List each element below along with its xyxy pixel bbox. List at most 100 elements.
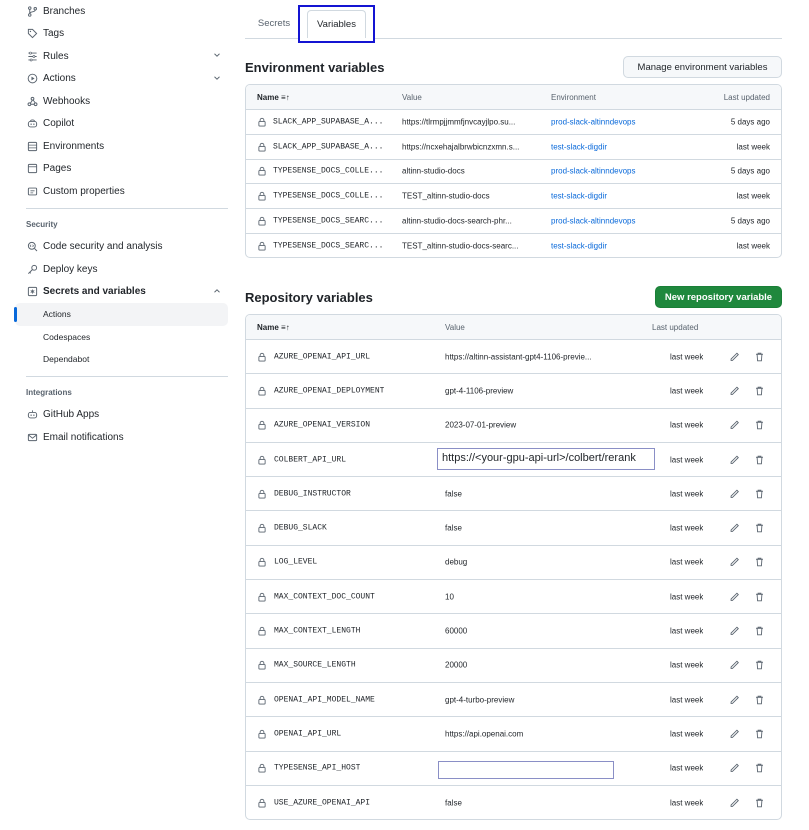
- variable-name: AZURE_OPENAI_VERSION: [274, 420, 371, 430]
- last-updated: 5 days ago: [730, 117, 770, 127]
- manage-environment-variables-button[interactable]: Manage environment variables: [623, 56, 782, 78]
- trash-icon[interactable]: [754, 728, 765, 739]
- sidebar-item-deploy-keys[interactable]: Deploy keys: [15, 258, 228, 281]
- variable-name: TYPESENSE_DOCS_COLLE...: [273, 166, 384, 176]
- tag-icon: [26, 28, 38, 40]
- last-updated: last week: [670, 386, 704, 396]
- environment-link[interactable]: test-slack-digdir: [551, 242, 607, 251]
- tab-variables[interactable]: Variables: [298, 5, 375, 43]
- environment-link[interactable]: test-slack-digdir: [551, 142, 607, 151]
- variable-name: TYPESENSE_DOCS_SEARC...: [273, 241, 384, 251]
- column-name[interactable]: Name ≡↑: [257, 93, 290, 102]
- sidebar-subitem-dependabot[interactable]: Dependabot: [15, 348, 228, 371]
- sidebar-item-label: Deploy keys: [43, 263, 98, 275]
- last-updated: 5 days ago: [730, 166, 770, 176]
- pencil-icon[interactable]: [729, 694, 740, 705]
- sidebar-item-rules[interactable]: Rules: [15, 45, 228, 68]
- variable-value: 2023-07-01-preview: [445, 420, 517, 430]
- variable-value: https://ncxehajalbrwbicnzxmn.s...: [402, 142, 520, 152]
- lock-icon: [257, 660, 267, 670]
- server-icon: [26, 140, 38, 152]
- pencil-icon[interactable]: [729, 523, 740, 534]
- column-name[interactable]: Name ≡↑: [257, 323, 290, 332]
- table-header: Name ≡↑ Value Environment Last updated: [246, 85, 781, 110]
- variable-value: https://<your-gpu-api-url>/colbert/reran…: [437, 447, 655, 470]
- sidebar-item-branches[interactable]: Branches: [15, 0, 228, 23]
- tab-secrets[interactable]: Secrets: [245, 8, 303, 39]
- pencil-icon[interactable]: [729, 488, 740, 499]
- sidebar-item-label: Rules: [43, 50, 69, 62]
- trash-icon[interactable]: [754, 626, 765, 637]
- environment-link[interactable]: prod-slack-altinndevops: [551, 217, 636, 226]
- codescan-icon: [26, 241, 38, 253]
- table-row: OPENAI_API_MODEL_NAME gpt-4-turbo-preview…: [246, 683, 781, 718]
- variable-name: OPENAI_API_MODEL_NAME: [274, 695, 375, 705]
- pencil-icon[interactable]: [729, 798, 740, 809]
- sidebar-item-custom-properties[interactable]: Custom properties: [15, 180, 228, 203]
- lock-icon: [257, 523, 267, 533]
- lock-icon: [257, 729, 267, 739]
- column-value: Value: [445, 323, 465, 332]
- lock-icon: [257, 142, 267, 152]
- new-repository-variable-button[interactable]: New repository variable: [655, 286, 782, 308]
- trash-icon[interactable]: [754, 385, 765, 396]
- trash-icon[interactable]: [754, 351, 765, 362]
- variable-name: DEBUG_INSTRUCTOR: [274, 489, 351, 499]
- sidebar-item-label: Tags: [43, 28, 65, 40]
- trash-icon[interactable]: [754, 523, 765, 534]
- sidebar-subitem-actions[interactable]: Actions: [14, 303, 228, 326]
- table-row: TYPESENSE_DOCS_COLLE... altinn-studio-doc…: [246, 160, 781, 185]
- sidebar-item-email-notifications[interactable]: Email notifications: [15, 426, 228, 449]
- table-row: COLBERT_API_URL https://<your-gpu-api-url…: [246, 443, 781, 478]
- table-row: DEBUG_SLACK false last week: [246, 511, 781, 546]
- sidebar-item-actions[interactable]: Actions: [15, 68, 228, 91]
- pencil-icon[interactable]: [729, 626, 740, 637]
- pencil-icon[interactable]: [729, 763, 740, 774]
- trash-icon[interactable]: [754, 488, 765, 499]
- sidebar-item-copilot[interactable]: Copilot: [15, 113, 228, 136]
- sidebar-item-label: Email notifications: [43, 431, 124, 443]
- trash-icon[interactable]: [754, 694, 765, 705]
- table-header: Name ≡↑ Value Last updated: [246, 315, 781, 340]
- tab-variables-label: Variables: [307, 10, 366, 38]
- last-updated: last week: [670, 557, 704, 567]
- variable-value: gpt-4-turbo-preview: [445, 695, 515, 705]
- environment-link[interactable]: test-slack-digdir: [551, 192, 607, 201]
- sidebar-item-pages[interactable]: Pages: [15, 158, 228, 181]
- sidebar-item-webhooks[interactable]: Webhooks: [15, 90, 228, 113]
- pencil-icon[interactable]: [729, 728, 740, 739]
- lock-icon: [257, 626, 267, 636]
- last-updated: last week: [670, 489, 704, 499]
- trash-icon[interactable]: [754, 798, 765, 809]
- pencil-icon[interactable]: [729, 557, 740, 568]
- sidebar-item-secrets-and-variables[interactable]: Secrets and variables: [15, 281, 228, 304]
- sidebar-item-github-apps[interactable]: GitHub Apps: [15, 404, 228, 427]
- environment-link[interactable]: prod-slack-altinndevops: [551, 167, 636, 176]
- sidebar-item-environments[interactable]: Environments: [15, 135, 228, 158]
- table-row: AZURE_OPENAI_API_URL https://altinn-assis…: [246, 340, 781, 375]
- sidebar-subitem-codespaces[interactable]: Codespaces: [15, 326, 228, 349]
- trash-icon[interactable]: [754, 454, 765, 465]
- pencil-icon[interactable]: [729, 454, 740, 465]
- play-icon: [26, 73, 38, 85]
- sidebar-item-tags[interactable]: Tags: [15, 23, 228, 46]
- table-row: MAX_CONTEXT_DOC_COUNT 10 last week: [246, 580, 781, 615]
- pencil-icon[interactable]: [729, 385, 740, 396]
- column-value: Value: [402, 93, 422, 102]
- environment-link[interactable]: prod-slack-altinndevops: [551, 117, 636, 126]
- trash-icon[interactable]: [754, 763, 765, 774]
- trash-icon[interactable]: [754, 660, 765, 671]
- table-row: SLACK_APP_SUPABASE_A... https://tlrmpjjmm…: [246, 110, 781, 135]
- variable-value: TEST_altinn-studio-docs-searc...: [402, 241, 519, 251]
- sidebar-item-label: Branches: [43, 5, 86, 17]
- trash-icon[interactable]: [754, 591, 765, 602]
- trash-icon[interactable]: [754, 420, 765, 431]
- pencil-icon[interactable]: [729, 591, 740, 602]
- pencil-icon[interactable]: [729, 660, 740, 671]
- sidebar-item-code-security-and-analysis[interactable]: Code security and analysis: [15, 236, 228, 259]
- key-icon: [26, 263, 38, 275]
- table-row: MAX_SOURCE_LENGTH 20000 last week: [246, 649, 781, 683]
- pencil-icon[interactable]: [729, 420, 740, 431]
- trash-icon[interactable]: [754, 557, 765, 568]
- pencil-icon[interactable]: [729, 351, 740, 362]
